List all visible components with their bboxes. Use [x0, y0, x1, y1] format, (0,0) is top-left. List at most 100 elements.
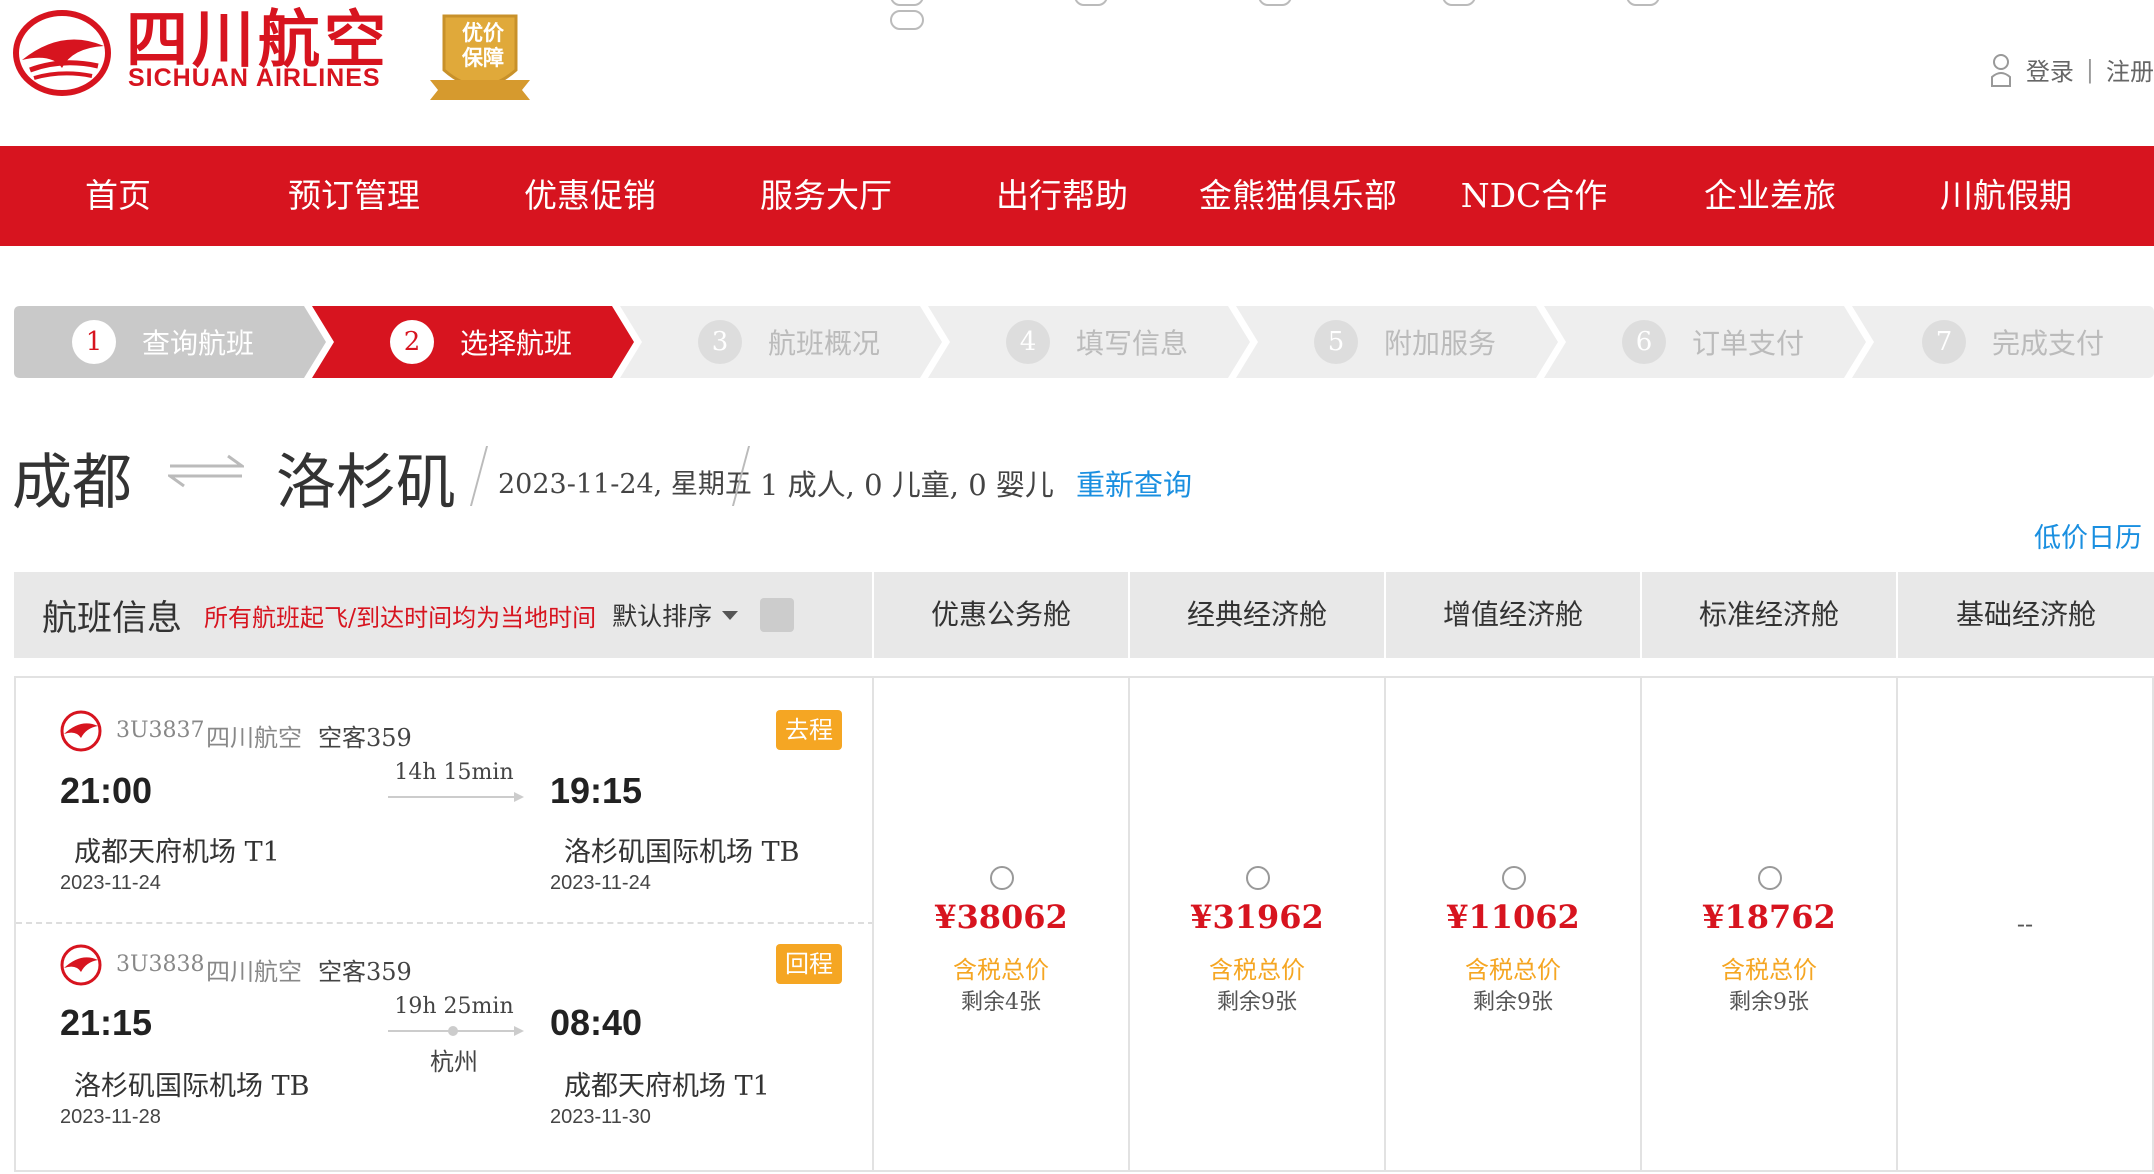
arrival-airport: 成都天府机场 T1	[564, 1071, 770, 1102]
step-2-label: 选择航班	[460, 327, 573, 360]
user-area: 登录 | 注册	[1990, 52, 2154, 87]
fare-price: ¥31962	[1190, 898, 1324, 936]
flight-path-arrow-icon	[514, 792, 524, 802]
outbound-tag: 去程	[776, 710, 842, 750]
route-destination: 洛杉矶	[276, 448, 456, 518]
step-7-label: 完成支付	[1992, 327, 2105, 360]
price-cell-classic-economy[interactable]: ¥31962 含税总价 剩余9张	[1128, 678, 1384, 1170]
flight-carrier: 四川航空	[206, 958, 302, 986]
step-2: 2 选择航班	[312, 306, 634, 378]
stopover-dot-icon	[448, 1026, 458, 1036]
sort-dropdown[interactable]: 默认排序	[612, 597, 712, 633]
nav-item-ndc[interactable]: NDC合作	[1416, 146, 1652, 246]
departure-time: 21:15	[60, 1002, 153, 1043]
nav-item-booking-management[interactable]: 预订管理	[236, 146, 472, 246]
return-segment: 3U3838 四川航空 空客359 回程 21:15 19h 25min 杭州 …	[16, 924, 874, 1158]
flight-path-arrow-icon	[514, 1026, 524, 1036]
departure-date: 2023-11-24	[60, 872, 161, 894]
flight-table-header: 航班信息 所有航班起飞/到达时间均为当地时间 默认排序 优惠公务舱 经典经济舱 …	[14, 572, 2154, 658]
step-7: 7 完成支付	[1852, 306, 2154, 378]
sichuan-airlines-logo[interactable]	[12, 8, 112, 98]
fare-unavailable: --	[2016, 910, 2034, 938]
fare-radio[interactable]	[1502, 866, 1526, 890]
step-5-number: 5	[1314, 320, 1358, 364]
flight-path-line	[388, 796, 520, 798]
outbound-segment: 3U3837 四川航空 空客359 去程 21:00 14h 15min 19:…	[16, 678, 874, 912]
price-guarantee-badge-text: 优价保障	[462, 20, 504, 70]
seats-left: 剩余9张	[1473, 990, 1553, 1015]
flight-number: 3U3837	[116, 718, 205, 743]
arrival-date: 2023-11-24	[550, 872, 651, 894]
nav-item-promotions[interactable]: 优惠促销	[472, 146, 708, 246]
brand-name-en: SICHUAN AIRLINES	[128, 64, 381, 92]
step-6-label: 订单支付	[1692, 327, 1805, 360]
user-icon	[1990, 53, 2011, 87]
step-4-number: 4	[1006, 320, 1050, 364]
return-tag: 回程	[776, 944, 842, 984]
cabin-header-standard-economy: 标准经济舱	[1640, 572, 1896, 658]
cabin-header-basic-economy: 基础经济舱	[1896, 572, 2154, 658]
departure-airport: 洛杉矶国际机场 TB	[74, 1071, 310, 1102]
step-1-label: 查询航班	[142, 327, 255, 360]
local-time-note: 所有航班起飞/到达时间均为当地时间	[204, 603, 597, 632]
round-trip-arrows-icon	[168, 454, 244, 488]
step-2-number: 2	[390, 320, 434, 364]
step-6-number: 6	[1622, 320, 1666, 364]
route-date: 2023-11-24, 星期五	[498, 469, 752, 500]
flight-duration: 14h 15min	[394, 760, 514, 785]
airline-logo-icon	[60, 944, 102, 986]
step-5: 5 附加服务	[1236, 306, 1558, 378]
fare-tax-note: 含税总价	[1465, 956, 1561, 984]
flight-result-row: 3U3837 四川航空 空客359 去程 21:00 14h 15min 19:…	[14, 676, 2154, 1172]
sort-caret-icon[interactable]	[722, 610, 739, 620]
fare-radio[interactable]	[1246, 866, 1270, 890]
step-1-number: 1	[72, 320, 116, 364]
low-price-calendar-link[interactable]: 低价日历	[2034, 516, 2142, 555]
price-cell-standard-economy[interactable]: ¥18762 含税总价 剩余9张	[1640, 678, 1896, 1170]
nav-item-holidays[interactable]: 川航假期	[1888, 146, 2124, 246]
price-cell-plus-economy[interactable]: ¥11062 含税总价 剩余9张	[1384, 678, 1640, 1170]
fare-price: ¥18762	[1702, 898, 1836, 936]
price-cell-premium-business[interactable]: ¥38062 含税总价 剩余4张	[872, 678, 1128, 1170]
route-origin: 成都	[12, 448, 132, 518]
step-3-number: 3	[698, 320, 742, 364]
flight-details: 3U3837 四川航空 空客359 去程 21:00 14h 15min 19:…	[16, 678, 874, 1170]
fare-price: ¥38062	[934, 898, 1068, 936]
step-1: 1 查询航班	[14, 306, 326, 378]
seats-left: 剩余9张	[1729, 990, 1809, 1015]
nav-item-corporate-travel[interactable]: 企业差旅	[1652, 146, 1888, 246]
fare-radio[interactable]	[1758, 866, 1782, 890]
flight-aircraft: 空客359	[318, 958, 412, 986]
fare-tax-note: 含税总价	[953, 956, 1049, 984]
step-3-label: 航班概况	[768, 327, 881, 360]
top-utility-strip	[890, 0, 1990, 30]
requery-link[interactable]: 重新查询	[1076, 462, 1192, 504]
nav-item-panda-club[interactable]: 金熊猫俱乐部	[1180, 146, 1416, 246]
flight-aircraft: 空客359	[318, 724, 412, 752]
sort-order-icon[interactable]	[760, 598, 795, 632]
nav-item-travel-help[interactable]: 出行帮助	[944, 146, 1180, 246]
arrival-time: 19:15	[550, 770, 643, 811]
flight-duration: 19h 25min	[394, 994, 514, 1019]
price-cell-basic-economy: --	[1896, 678, 2152, 1170]
login-separator: |	[2085, 55, 2094, 84]
login-link[interactable]: 登录	[2026, 52, 2074, 87]
fare-tax-note: 含税总价	[1721, 956, 1817, 984]
main-nav: 首页 预订管理 优惠促销 服务大厅 出行帮助 金熊猫俱乐部 NDC合作 企业差旅…	[0, 146, 2154, 246]
step-3: 3 航班概况	[620, 306, 942, 378]
register-link[interactable]: 注册	[2106, 52, 2154, 87]
step-5-label: 附加服务	[1384, 327, 1497, 360]
route-divider	[469, 446, 489, 506]
cabin-header-premium-business: 优惠公务舱	[872, 572, 1128, 658]
fare-radio[interactable]	[990, 866, 1014, 890]
flight-info-title: 航班信息	[42, 598, 183, 639]
flight-info-header: 航班信息 所有航班起飞/到达时间均为当地时间 默认排序	[14, 572, 872, 658]
route-passengers: 1 成人, 0 儿童, 0 婴儿	[760, 468, 1054, 502]
departure-date: 2023-11-28	[60, 1106, 161, 1128]
nav-item-home[interactable]: 首页	[0, 146, 236, 246]
arrival-airport: 洛杉矶国际机场 TB	[564, 837, 800, 868]
step-4: 4 填写信息	[928, 306, 1250, 378]
fare-price: ¥11062	[1446, 898, 1580, 936]
nav-item-service-hall[interactable]: 服务大厅	[708, 146, 944, 246]
seats-left: 剩余9张	[1217, 990, 1297, 1015]
